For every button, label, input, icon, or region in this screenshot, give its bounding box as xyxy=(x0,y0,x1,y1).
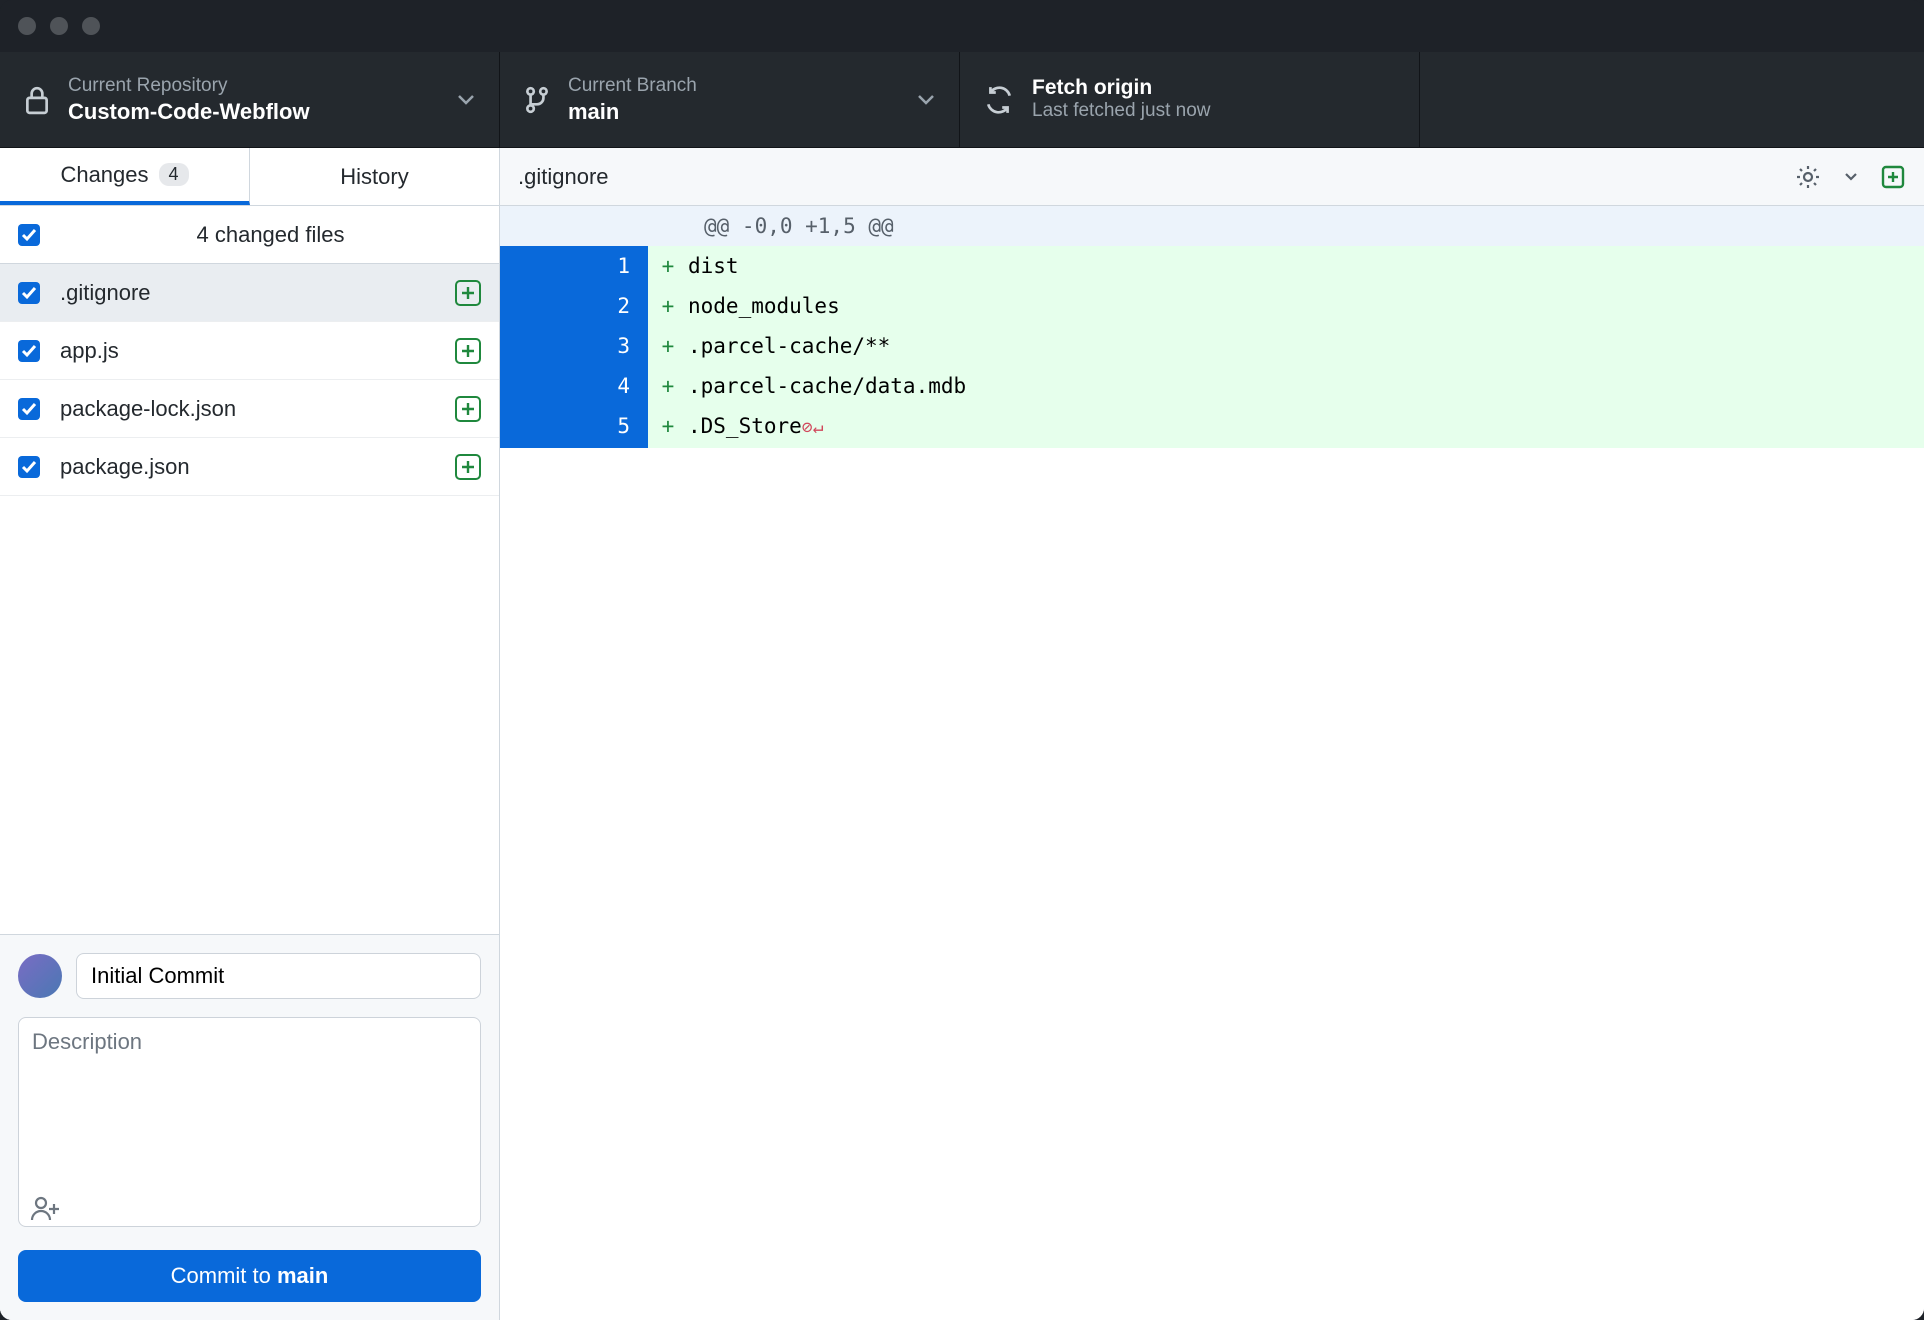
fetch-label: Fetch origin xyxy=(1032,76,1395,100)
file-name: app.js xyxy=(60,338,435,364)
commit-panel: Description Commit to main xyxy=(0,934,499,1320)
file-row[interactable]: app.js xyxy=(0,322,499,380)
diff-line[interactable]: 4+.parcel-cache/data.mdb xyxy=(500,366,1924,406)
file-added-icon xyxy=(455,338,481,364)
diff-filename: .gitignore xyxy=(518,164,609,190)
file-checkbox[interactable] xyxy=(18,398,40,420)
file-row[interactable]: .gitignore xyxy=(0,264,499,322)
changed-files-summary: 4 changed files xyxy=(60,222,481,248)
diff-body[interactable]: @@ -0,0 +1,5 @@1+dist2+node_modules3+.pa… xyxy=(500,206,1924,448)
select-all-row[interactable]: 4 changed files xyxy=(0,206,499,264)
commit-button[interactable]: Commit to main xyxy=(18,1250,481,1302)
file-added-icon xyxy=(455,454,481,480)
fetch-button[interactable]: Fetch origin Last fetched just now xyxy=(960,52,1420,147)
tab-changes[interactable]: Changes 4 xyxy=(0,148,250,205)
file-name: package-lock.json xyxy=(60,396,435,422)
select-all-checkbox[interactable] xyxy=(18,224,40,246)
file-checkbox[interactable] xyxy=(18,456,40,478)
chevron-down-icon[interactable] xyxy=(1844,172,1858,182)
repo-selector[interactable]: Current Repository Custom-Code-Webflow xyxy=(0,52,500,147)
file-name: .gitignore xyxy=(60,280,435,306)
branch-selector[interactable]: Current Branch main xyxy=(500,52,960,147)
chevron-down-icon xyxy=(917,94,935,106)
diff-line[interactable]: 3+.parcel-cache/** xyxy=(500,326,1924,366)
file-row[interactable]: package.json xyxy=(0,438,499,496)
diff-hunk-header: @@ -0,0 +1,5 @@ xyxy=(500,206,1924,246)
branch-icon xyxy=(524,85,550,115)
commit-button-branch: main xyxy=(277,1263,328,1288)
tab-history[interactable]: History xyxy=(250,148,499,205)
repo-name: Custom-Code-Webflow xyxy=(68,99,439,125)
chevron-down-icon xyxy=(457,94,475,106)
titlebar xyxy=(0,0,1924,52)
sync-icon xyxy=(984,85,1014,115)
file-name: package.json xyxy=(60,454,435,480)
diff-settings-button[interactable] xyxy=(1794,163,1822,191)
lock-icon xyxy=(24,85,50,115)
file-checkbox[interactable] xyxy=(18,282,40,304)
fetch-status: Last fetched just now xyxy=(1032,100,1395,122)
window-minimize-button[interactable] xyxy=(50,17,68,35)
commit-description-input[interactable] xyxy=(18,1017,481,1227)
branch-name: main xyxy=(568,99,899,125)
commit-button-prefix: Commit to xyxy=(171,1263,277,1288)
diff-pane: .gitignore @@ -0,0 +1,5 @@1+dist2+node_m… xyxy=(500,148,1924,1320)
no-newline-icon: ⊘↵ xyxy=(802,417,824,438)
tab-label: Changes xyxy=(60,162,148,188)
avatar[interactable] xyxy=(18,954,62,998)
window-zoom-button[interactable] xyxy=(82,17,100,35)
commit-summary-input[interactable] xyxy=(76,953,481,999)
add-coauthor-icon[interactable] xyxy=(30,1194,62,1222)
diff-line[interactable]: 5+.DS_Store⊘↵ xyxy=(500,406,1924,448)
tab-label: History xyxy=(340,164,408,190)
file-added-icon xyxy=(455,280,481,306)
toolbar: Current Repository Custom-Code-Webflow C… xyxy=(0,52,1924,148)
window-close-button[interactable] xyxy=(18,17,36,35)
branch-label: Current Branch xyxy=(568,75,899,97)
diff-line[interactable]: 2+node_modules xyxy=(500,286,1924,326)
changes-count-badge: 4 xyxy=(159,163,189,186)
file-added-icon xyxy=(455,396,481,422)
expand-diff-button[interactable] xyxy=(1880,164,1906,190)
file-list: .gitignore app.js package-lock.json package… xyxy=(0,264,499,934)
file-checkbox[interactable] xyxy=(18,340,40,362)
diff-line[interactable]: 1+dist xyxy=(500,246,1924,286)
sidebar: Changes 4 History 4 changed files .gitig… xyxy=(0,148,500,1320)
file-row[interactable]: package-lock.json xyxy=(0,380,499,438)
repo-label: Current Repository xyxy=(68,75,439,97)
